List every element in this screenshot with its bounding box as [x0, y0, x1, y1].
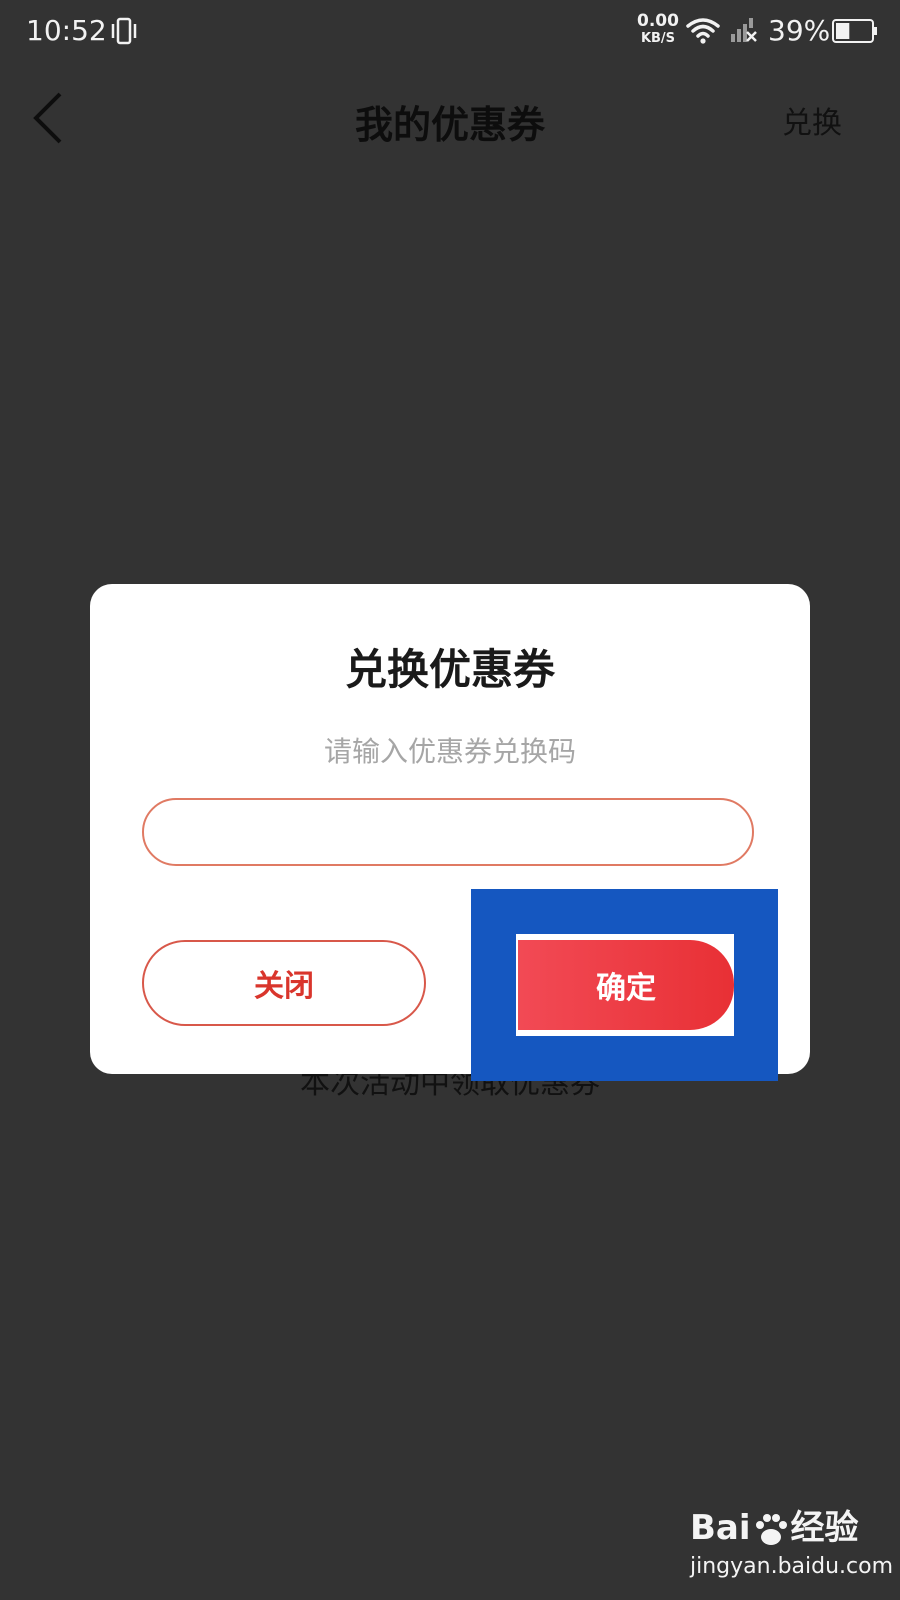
coupon-code-input[interactable]: [142, 798, 754, 866]
paw-logo-icon: [755, 1513, 787, 1545]
status-time: 10:52: [26, 14, 107, 47]
battery-percent: 39%: [768, 14, 831, 47]
status-bar: 10:52 0.00 KB/S 39%: [0, 0, 900, 64]
confirm-button[interactable]: 确定: [518, 940, 734, 1030]
confirm-button-frame: 确定: [516, 934, 734, 1036]
dialog-subtitle: 请输入优惠券兑换码: [323, 735, 576, 768]
wifi-icon: [686, 18, 720, 44]
network-speed-unit: KB/S: [640, 31, 676, 46]
vibrate-icon: [111, 17, 137, 45]
watermark-brand: Bai 经验: [690, 1500, 859, 1550]
watermark-brand-left: Bai: [690, 1508, 751, 1548]
dialog-title: 兑换优惠券: [344, 645, 555, 694]
close-button[interactable]: 关闭: [142, 940, 426, 1026]
redeem-button[interactable]: 兑换: [782, 98, 842, 142]
watermark-brand-right: 经验: [790, 1508, 859, 1548]
page-title: 我的优惠券: [354, 102, 545, 147]
watermark-url: jingyan.baidu.com: [690, 1554, 894, 1579]
network-speed-value: 0.00: [637, 11, 679, 31]
network-speed: 0.00 KB/S: [636, 12, 680, 48]
highlight-annotation: 确定: [471, 889, 778, 1081]
signal-no-service-icon: [731, 18, 757, 42]
battery-icon: [832, 19, 877, 43]
nav-bar: 我的优惠券 兑换: [0, 76, 900, 156]
baidu-jingyan-watermark: Bai 经验 jingyan.baidu.com: [690, 1500, 894, 1590]
